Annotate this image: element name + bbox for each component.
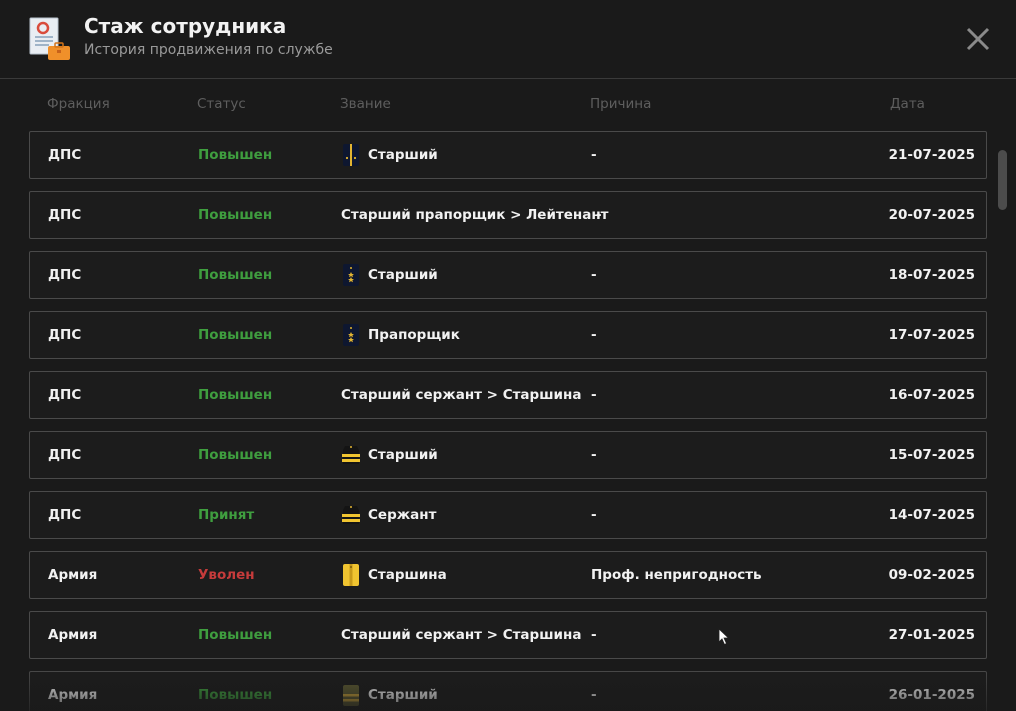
rank-insignia-icon [343,144,359,166]
row-reason: - [591,627,597,643]
row-faction: ДПС [48,207,82,223]
row-status: Повышен [198,327,273,343]
row-faction: ДПС [48,447,82,463]
row-rank: Старший [341,432,438,478]
history-row[interactable]: ДПС Повышен Старший - 21-07-2025 [29,131,987,179]
row-rank: Старшина [341,552,447,598]
rank-insignia-icon [342,446,360,464]
row-rank-label: Старший сержант > Старшина [341,627,582,643]
row-date: 15-07-2025 [888,447,975,463]
row-rank-label: Старший [368,687,438,703]
history-row[interactable]: ДПС Повышен Старший прапорщик > Лейтенант -… [29,191,987,239]
row-date: 17-07-2025 [888,327,975,343]
row-rank: Старший [341,252,438,298]
row-date: 16-07-2025 [888,387,975,403]
history-list[interactable]: ДПС Повышен Старший - 21-07-2025 ДПС Повышен Ст… [0,131,1016,711]
row-rank-label: Старший [368,447,438,463]
row-status: Повышен [198,687,273,703]
row-status: Повышен [198,627,273,643]
row-rank-label: Старший сержант > Старшина [341,387,582,403]
dialog-header: Стаж сотрудника История продвижения по с… [0,0,1016,79]
rank-insignia-icon [343,564,359,586]
row-rank-label: Сержант [368,507,437,523]
row-faction: ДПС [48,147,82,163]
row-reason: Проф. непригодность [591,567,762,583]
row-status: Уволен [198,567,255,583]
row-faction: Армия [48,567,98,583]
row-faction: ДПС [48,327,82,343]
row-date: 21-07-2025 [888,147,975,163]
column-header-rank: Звание [340,96,391,112]
rank-insignia-icon [343,685,359,706]
row-reason: - [591,447,597,463]
row-rank: Старший [341,132,438,178]
rank-insignia-icon [343,324,359,346]
row-reason: - [596,207,602,223]
row-rank: Прапорщик [341,312,460,358]
row-status: Повышен [198,267,273,283]
row-reason: - [591,327,597,343]
row-date: 20-07-2025 [888,207,975,223]
rank-insignia-icon [342,506,360,524]
row-faction: Армия [48,687,98,703]
row-reason: - [591,267,597,283]
scrollbar-thumb[interactable] [998,150,1007,210]
row-rank: Старший сержант > Старшина [341,612,581,658]
row-status: Повышен [198,147,273,163]
history-row[interactable]: ДПС Повышен Старший сержант > Старшина - 16-… [29,371,987,419]
column-header-faction: Фракция [47,96,110,112]
row-rank: Старший сержант > Старшина [341,372,581,418]
row-rank-label: Старший [368,267,438,283]
row-faction: ДПС [48,267,82,283]
row-date: 27-01-2025 [888,627,975,643]
rank-insignia-icon [343,264,359,286]
history-row[interactable]: ДПС Повышен Старший - 15-07-2025 [29,431,987,479]
history-row[interactable]: ДПС Повышен Прапорщик - 17-07-2025 [29,311,987,359]
row-rank-label: Старшина [368,567,447,583]
history-row[interactable]: ДПС Повышен Старший - 18-07-2025 [29,251,987,299]
history-row[interactable]: Армия Повышен Старший - 26-01-2025 [29,671,987,711]
close-icon[interactable] [964,25,992,53]
column-header-status: Статус [197,96,246,112]
history-row[interactable]: Армия Повышен Старший сержант > Старшина - 2… [29,611,987,659]
row-date: 26-01-2025 [888,687,975,703]
row-rank: Сержант [341,492,436,538]
dialog-subtitle: История продвижения по службе [84,42,333,58]
row-faction: ДПС [48,507,82,523]
row-reason: - [591,687,597,703]
history-row[interactable]: Армия Уволен Старшина Проф. непригодность 09… [29,551,987,599]
mouse-cursor-icon [718,628,730,646]
column-header-date: Дата [890,96,925,112]
certificate-briefcase-icon [29,17,70,60]
dialog-title: Стаж сотрудника [84,14,287,38]
row-reason: - [591,147,597,163]
row-date: 18-07-2025 [888,267,975,283]
row-rank-label: Прапорщик [368,327,460,343]
history-row[interactable]: ДПС Принят Сержант - 14-07-2025 [29,491,987,539]
row-status: Повышен [198,447,273,463]
row-date: 14-07-2025 [888,507,975,523]
row-date: 09-02-2025 [888,567,975,583]
row-rank-label: Старший [368,147,438,163]
row-faction: Армия [48,627,98,643]
row-rank-label: Старший прапорщик > Лейтенант [341,207,609,223]
row-rank: Старший прапорщик > Лейтенант [341,192,608,238]
row-rank: Старший [341,672,438,711]
row-status: Принят [198,507,255,523]
row-faction: ДПС [48,387,82,403]
row-status: Повышен [198,387,273,403]
row-reason: - [591,387,597,403]
row-reason: - [591,507,597,523]
row-status: Повышен [198,207,273,223]
column-header-reason: Причина [590,96,652,112]
